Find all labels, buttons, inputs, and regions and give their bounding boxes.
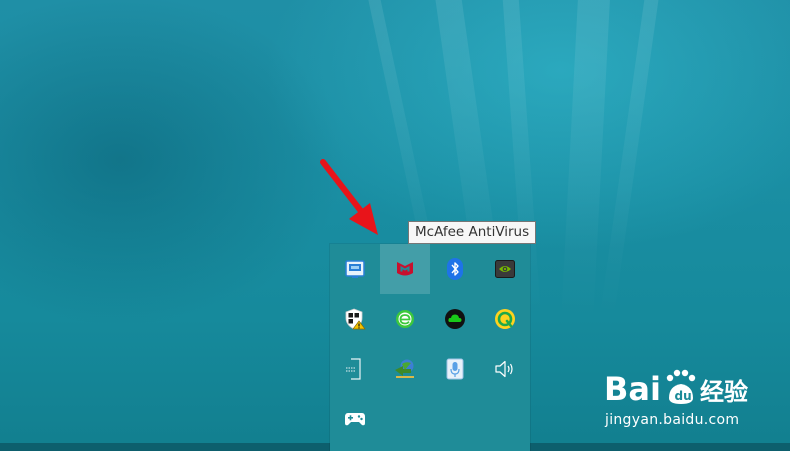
baidu-logo: Bai du 经验 (604, 369, 748, 408)
download-manager-icon (395, 359, 414, 378)
tooltip-text: McAfee AntiVirus (415, 224, 530, 240)
tray-item-microphone[interactable] (430, 344, 480, 394)
tray-item-volume[interactable] (480, 344, 530, 394)
tray-item-intel-graphics[interactable] (330, 244, 380, 294)
nvidia-icon (495, 260, 515, 278)
tray-item-game-controller[interactable] (330, 394, 380, 444)
svg-text:Bai: Bai (604, 370, 661, 408)
microphone-icon (446, 358, 464, 380)
tray-item-download-manager[interactable] (380, 344, 430, 394)
light-ray (599, 0, 664, 318)
browser-e-icon (396, 310, 414, 328)
watermark-url: jingyan.baidu.com (605, 412, 740, 428)
intel-graphics-icon (345, 260, 365, 278)
volume-icon (495, 360, 513, 378)
svg-text:经验: 经验 (700, 378, 748, 406)
tray-item-cloud-sync[interactable] (430, 294, 480, 344)
svg-text:du: du (675, 389, 692, 403)
tray-item-mcafee[interactable] (380, 244, 430, 294)
tooltip: McAfee AntiVirus (408, 221, 537, 244)
tray-item-network-device[interactable] (330, 344, 380, 394)
network-device-icon (346, 358, 361, 380)
red-arrow-annotation (320, 159, 378, 235)
desktop-background: McAfee AntiVirus Bai du 经验 jingyan.baidu… (0, 0, 790, 451)
light-ray (561, 0, 612, 321)
tray-item-nvidia[interactable] (480, 244, 530, 294)
bluetooth-icon (447, 258, 463, 280)
tray-item-qq-music[interactable] (480, 294, 530, 344)
notification-area-overflow-panel (330, 244, 530, 451)
mcafee-icon (397, 262, 413, 276)
qq-music-icon (495, 309, 515, 329)
baidu-jingyan-watermark: Bai du 经验 jingyan.baidu.com (604, 364, 754, 434)
tray-item-bluetooth[interactable] (430, 244, 480, 294)
tray-item-windows-security[interactable] (330, 294, 380, 344)
cloud-sync-icon (445, 309, 465, 329)
game-controller-icon (345, 413, 365, 426)
tray-item-browser[interactable] (380, 294, 430, 344)
windows-security-warning-icon (345, 308, 366, 330)
